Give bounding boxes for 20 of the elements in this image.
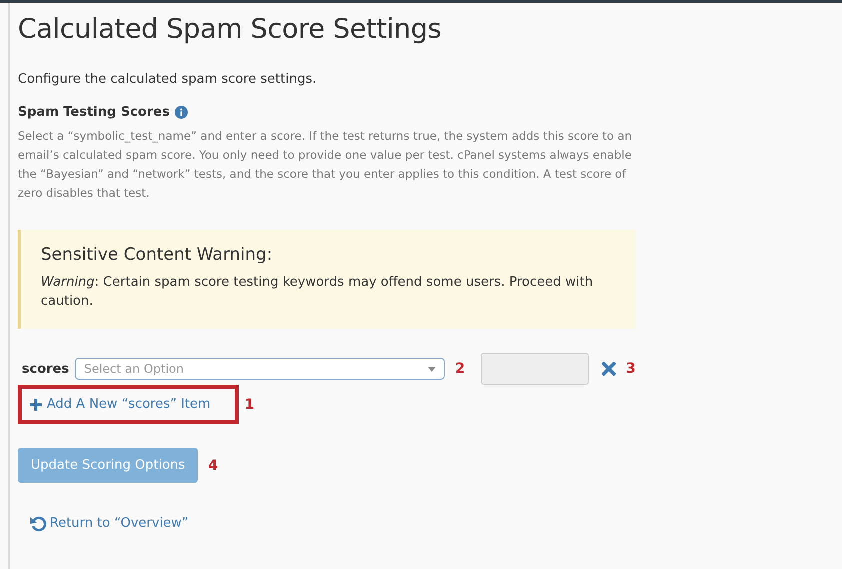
help-text: Select a “symbolic_test_name” and enter a score. If the test returns true, the system adds this score to an email’s calculated spam score. You only need to provide one value per test. cPanel systems always enable the “Bayesian” and “network” tests, and the score that you enter applies to this condition. A test score of zero disables that test. — [18, 128, 634, 202]
score-field[interactable] — [481, 353, 590, 385]
annotation-number: 3 — [626, 361, 636, 377]
warning-title: Sensitive Content Warning: — [41, 245, 274, 265]
return-link[interactable]: Return to “Overview” — [30, 515, 189, 532]
annotation-number: 4 — [208, 458, 218, 474]
section-heading: Spam Testing Scores — [18, 105, 170, 120]
select-field[interactable]: Select an Option — [75, 358, 446, 380]
undo-icon — [30, 515, 47, 532]
add-item-link[interactable]: Add A New “scores” Item — [30, 397, 211, 412]
info-icon[interactable] — [174, 106, 188, 119]
warning-text: Warning: Certain spam score testing keywords may offend some users. Proceed with caution. — [41, 274, 594, 311]
plus-icon — [30, 398, 42, 410]
annotation-number: 1 — [244, 396, 254, 412]
field-label: scores — [22, 362, 70, 376]
page-title: Calculated Spam Score Settings — [18, 14, 442, 45]
page-description: Configure the calculated spam score settings. — [18, 72, 318, 87]
annotation-number: 2 — [455, 361, 466, 377]
caret-icon — [428, 366, 436, 372]
close-icon[interactable] — [602, 362, 616, 376]
